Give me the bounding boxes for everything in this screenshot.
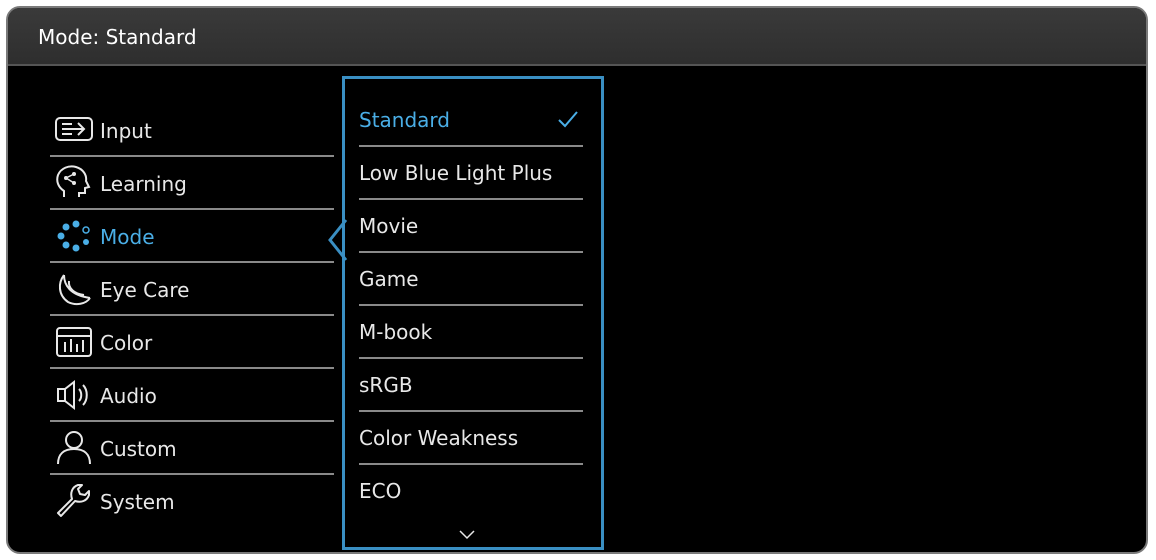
menu-item-label: Custom [100, 437, 177, 461]
menu-item-input[interactable]: Input [50, 104, 334, 157]
audio-icon [57, 379, 88, 411]
menu-item-label: Color [100, 331, 153, 355]
input-icon [55, 117, 93, 141]
menu-item-eye-care[interactable]: Eye Care [50, 263, 334, 316]
chevron-down-icon[interactable] [457, 527, 477, 541]
submenu-item-label: M-book [359, 320, 433, 344]
menu-item-custom[interactable]: Custom [50, 422, 334, 475]
mode-submenu: Standard Low Blue Light Plus Movie Game … [342, 76, 604, 550]
submenu-item-eco[interactable]: ECO [359, 465, 583, 518]
submenu-item-label: Standard [359, 108, 450, 132]
menu-item-label: Mode [100, 225, 155, 249]
submenu-item-standard[interactable]: Standard [359, 94, 583, 147]
menu-item-audio[interactable]: Audio [50, 369, 334, 422]
submenu-item-low-blue-light-plus[interactable]: Low Blue Light Plus [359, 147, 583, 200]
title-bar: Mode: Standard [8, 8, 1146, 66]
submenu-item-game[interactable]: Game [359, 253, 583, 306]
submenu-item-color-weakness[interactable]: Color Weakness [359, 412, 583, 465]
submenu-item-label: Movie [359, 214, 419, 238]
learning-icon [56, 165, 91, 197]
menu-item-mode[interactable]: Mode [50, 210, 334, 263]
system-icon [57, 484, 90, 517]
menu-item-color[interactable]: Color [50, 316, 334, 369]
menu-item-label: Eye Care [100, 278, 190, 302]
menu-item-label: Learning [100, 172, 187, 196]
menu-item-learning[interactable]: Learning [50, 157, 334, 210]
submenu-item-label: Low Blue Light Plus [359, 161, 553, 185]
custom-icon [57, 431, 91, 465]
submenu-item-srgb[interactable]: sRGB [359, 359, 583, 412]
page-title: Mode: Standard [38, 25, 197, 49]
submenu-item-m-book[interactable]: M-book [359, 306, 583, 359]
menu-item-label: Audio [100, 384, 157, 408]
mode-icon [57, 220, 90, 252]
menu-item-system[interactable]: System [50, 475, 334, 528]
main-menu: Input Learning Mode Eye Care Color Audio… [50, 104, 334, 528]
color-icon [56, 327, 92, 357]
menu-item-label: System [100, 490, 175, 514]
submenu-item-label: sRGB [359, 373, 413, 397]
osd-window: Mode: Standard Input Learning Mode Eye C… [6, 6, 1148, 554]
eye-care-icon [58, 274, 91, 306]
checkmark-icon [558, 111, 578, 128]
submenu-item-label: ECO [359, 479, 402, 503]
submenu-item-label: Game [359, 267, 419, 291]
submenu-item-label: Color Weakness [359, 426, 519, 450]
submenu-item-movie[interactable]: Movie [359, 200, 583, 253]
menu-item-label: Input [100, 119, 152, 143]
